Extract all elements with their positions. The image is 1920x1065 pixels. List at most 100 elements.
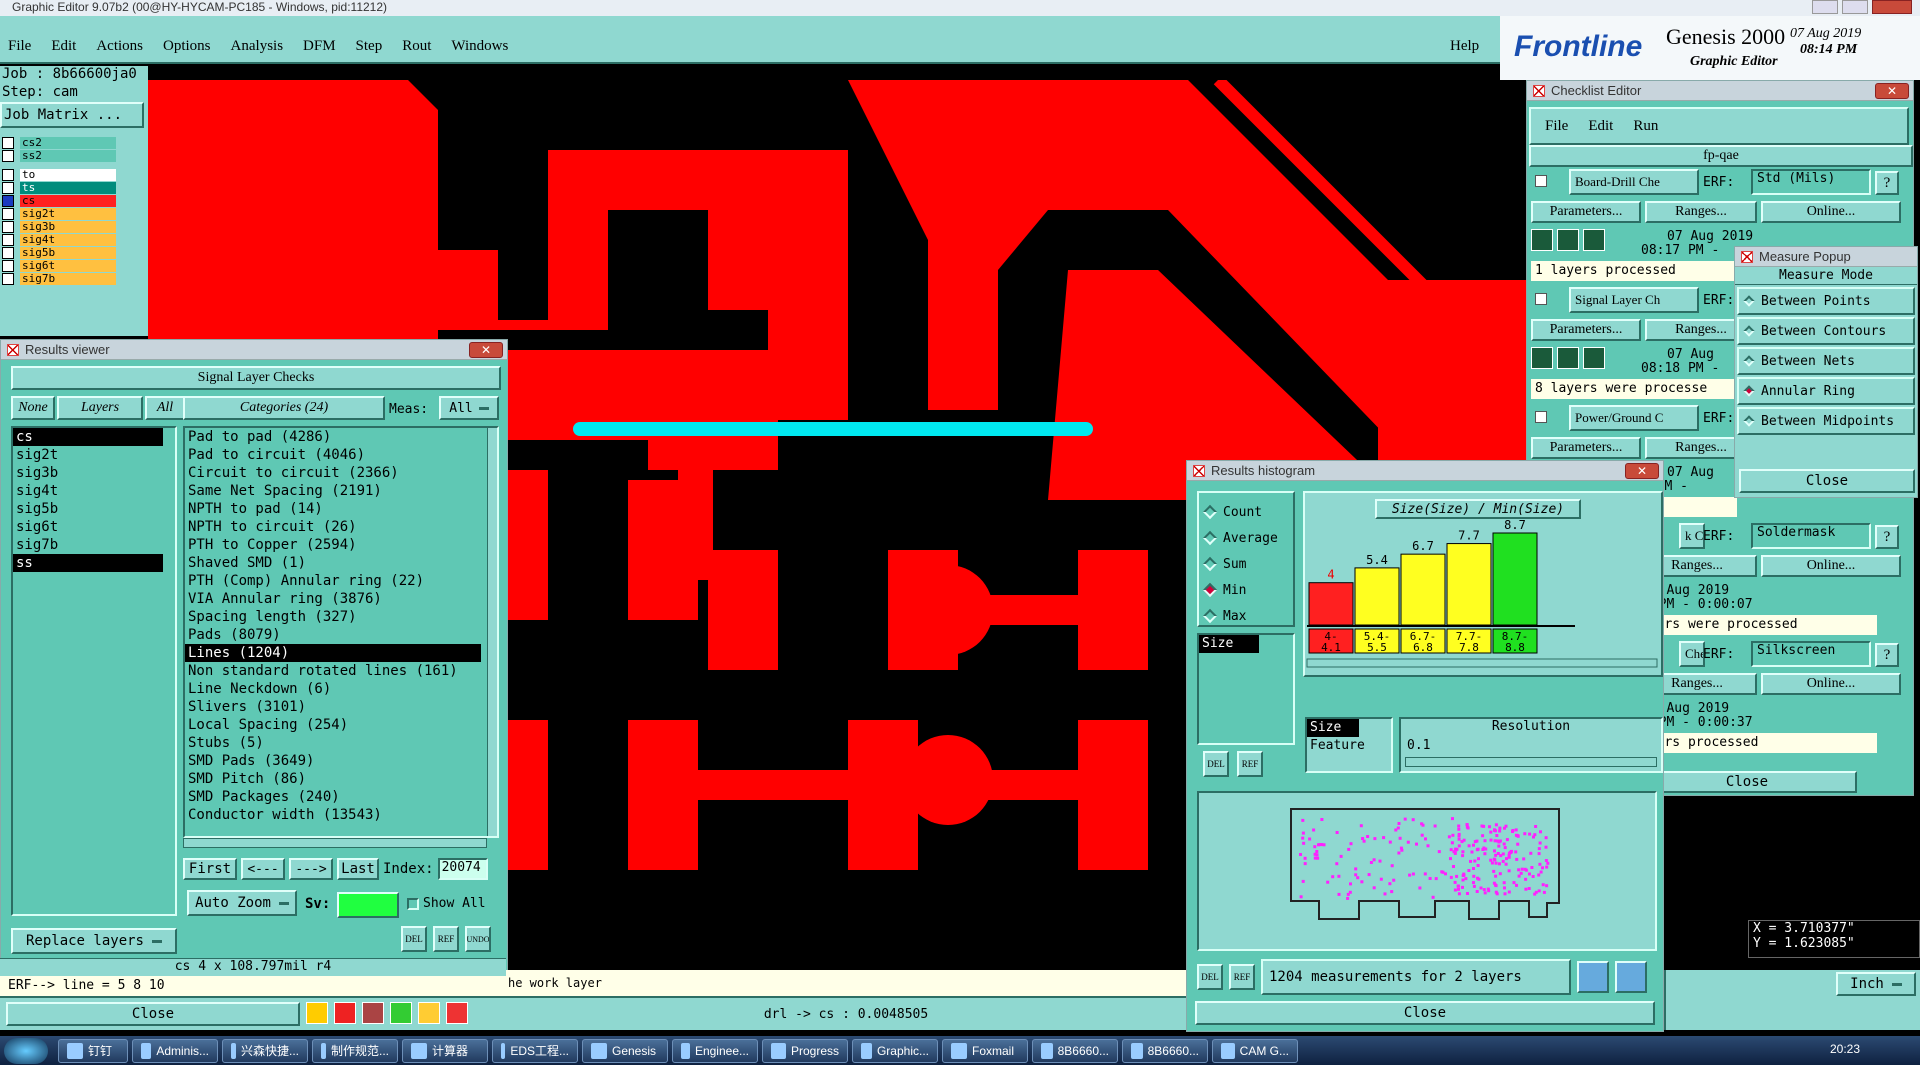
layer-row[interactable]: sig2t bbox=[0, 207, 118, 220]
category-item[interactable]: Pads (8079) bbox=[185, 626, 481, 644]
tool-icon-4[interactable] bbox=[390, 1002, 412, 1024]
category-item[interactable]: Conductor width (13543) bbox=[185, 806, 481, 824]
item-checkbox[interactable] bbox=[1535, 293, 1547, 305]
category-item[interactable]: Stubs (5) bbox=[185, 734, 481, 752]
taskbar-item[interactable]: Adminis... bbox=[132, 1038, 218, 1063]
result-layer-item[interactable]: sig7b bbox=[13, 536, 163, 554]
stat-option[interactable]: Max bbox=[1199, 603, 1293, 629]
taskbar-item[interactable]: 计算器 bbox=[402, 1038, 488, 1063]
close-button[interactable]: Close bbox=[6, 1002, 300, 1026]
category-item[interactable]: Circuit to circuit (2366) bbox=[185, 464, 481, 482]
layer-row[interactable]: sig6t bbox=[0, 259, 118, 272]
online-button[interactable]: Online... bbox=[1761, 201, 1901, 223]
category-item[interactable]: PTH (Comp) Annular ring (22) bbox=[185, 572, 481, 590]
category-item[interactable]: PTH to Copper (2594) bbox=[185, 536, 481, 554]
layer-checkbox[interactable] bbox=[2, 207, 14, 220]
layer-row[interactable]: sig7b bbox=[0, 272, 118, 285]
next-button[interactable]: ---> bbox=[289, 858, 333, 880]
result-layer-item[interactable]: sig3b bbox=[13, 464, 163, 482]
category-item[interactable]: Spacing length (327) bbox=[185, 608, 481, 626]
stat-option[interactable]: Count bbox=[1199, 499, 1293, 525]
layer-checkbox[interactable] bbox=[2, 246, 14, 259]
layer-checkbox[interactable] bbox=[2, 220, 14, 233]
menu-help[interactable]: Help bbox=[1450, 38, 1479, 55]
help-button[interactable]: ? bbox=[1875, 525, 1899, 549]
resolution-slider[interactable] bbox=[1405, 757, 1657, 767]
resolution-value[interactable]: 0.1 bbox=[1401, 738, 1661, 753]
attr-box-item[interactable]: Feature bbox=[1307, 737, 1365, 755]
category-item[interactable]: VIA Annular ring (3876) bbox=[185, 590, 481, 608]
layer-checkbox[interactable] bbox=[2, 272, 14, 285]
layer-row[interactable]: cs bbox=[0, 194, 118, 207]
taskbar-item[interactable]: Enginee... bbox=[672, 1038, 758, 1063]
menu-analysis[interactable]: Analysis bbox=[231, 38, 284, 55]
tool-icon-3[interactable] bbox=[362, 1002, 384, 1024]
result-layer-item[interactable]: sig5b bbox=[13, 500, 163, 518]
layer-row[interactable]: sig5b bbox=[0, 246, 118, 259]
ranges-button[interactable]: Ranges... bbox=[1645, 201, 1757, 223]
stat-option[interactable]: Average bbox=[1199, 525, 1293, 551]
histogram-bar[interactable] bbox=[1492, 532, 1538, 626]
menu-edit[interactable]: Edit bbox=[51, 38, 76, 55]
menu-file[interactable]: File bbox=[8, 38, 31, 55]
category-item[interactable]: Slivers (3101) bbox=[185, 698, 481, 716]
layer-row[interactable]: ts bbox=[0, 181, 118, 194]
category-item[interactable]: Line Neckdown (6) bbox=[185, 680, 481, 698]
layer-checkbox[interactable] bbox=[2, 259, 14, 272]
taskbar-item[interactable]: 制作规范... bbox=[312, 1038, 398, 1063]
units-select[interactable]: Inch bbox=[1836, 972, 1916, 996]
run-icon[interactable] bbox=[1583, 347, 1605, 369]
erf-field[interactable]: Silkscreen bbox=[1751, 641, 1871, 667]
histogram-bar[interactable] bbox=[1308, 582, 1354, 626]
taskbar-item[interactable]: EDS工程... bbox=[492, 1038, 578, 1063]
index-field[interactable]: 20074 bbox=[437, 858, 488, 880]
check-name-button[interactable]: Board-Drill Che bbox=[1569, 169, 1699, 195]
category-item[interactable]: Pad to circuit (4046) bbox=[185, 446, 481, 464]
layer-row[interactable]: sig4t bbox=[0, 233, 118, 246]
item-checkbox[interactable] bbox=[1535, 411, 1547, 423]
taskbar-item[interactable]: 8B6660... bbox=[1032, 1038, 1118, 1063]
undo-button[interactable]: UNDO bbox=[465, 926, 491, 952]
taskbar-item[interactable]: 钉钉 bbox=[58, 1038, 128, 1063]
layer-checkbox[interactable] bbox=[2, 136, 14, 149]
del-button[interactable]: DEL bbox=[401, 926, 427, 952]
layer-row[interactable]: cs2 bbox=[0, 136, 118, 149]
attr-item[interactable]: Size bbox=[1199, 635, 1259, 653]
layer-checkbox[interactable] bbox=[2, 181, 14, 194]
tab-layers[interactable]: Layers bbox=[57, 396, 143, 420]
category-list[interactable]: Pad to pad (4286) Pad to circuit (4046) Ci… bbox=[183, 426, 499, 838]
layer-checkbox[interactable] bbox=[2, 233, 14, 246]
check-name-button[interactable]: Signal Layer Ch bbox=[1569, 287, 1699, 313]
category-item[interactable]: Shaved SMD (1) bbox=[185, 554, 481, 572]
board-preview[interactable] bbox=[1197, 791, 1657, 951]
online-button[interactable]: Online... bbox=[1761, 555, 1901, 577]
measure-close-button[interactable]: Close bbox=[1739, 469, 1915, 493]
category-item[interactable]: Pad to pad (4286) bbox=[185, 428, 481, 446]
category-item[interactable]: Non standard rotated lines (161) bbox=[185, 662, 481, 680]
run-icon[interactable] bbox=[1531, 347, 1553, 369]
tool-icon-6[interactable] bbox=[446, 1002, 468, 1024]
print-icon[interactable] bbox=[1577, 961, 1609, 993]
result-layer-item[interactable]: ss bbox=[13, 554, 163, 572]
parameters-button[interactable]: Parameters... bbox=[1531, 319, 1641, 341]
minimize-button[interactable] bbox=[1812, 0, 1838, 14]
histogram-close-button[interactable]: Close bbox=[1195, 1001, 1655, 1025]
category-item[interactable]: NPTH to pad (14) bbox=[185, 500, 481, 518]
menu-options[interactable]: Options bbox=[163, 38, 211, 55]
taskbar-item[interactable]: Progress bbox=[762, 1038, 848, 1063]
category-item[interactable]: Lines (1204) bbox=[185, 644, 481, 662]
tool-icon-5[interactable] bbox=[418, 1002, 440, 1024]
taskbar-item[interactable]: Foxmail bbox=[942, 1038, 1028, 1063]
category-item[interactable]: Same Net Spacing (2191) bbox=[185, 482, 481, 500]
check-name-button[interactable]: Che bbox=[1679, 641, 1705, 667]
run-icon[interactable] bbox=[1583, 229, 1605, 251]
ref-button[interactable]: REF bbox=[433, 926, 459, 952]
first-button[interactable]: First bbox=[183, 858, 237, 880]
category-item[interactable]: SMD Packages (240) bbox=[185, 788, 481, 806]
sv-color-select[interactable] bbox=[337, 892, 399, 918]
histogram-del-button[interactable]: DEL bbox=[1203, 751, 1229, 777]
taskbar-item[interactable]: CAM G... bbox=[1212, 1038, 1298, 1063]
measure-mode-option[interactable]: Between Nets bbox=[1737, 347, 1915, 375]
board-del-button[interactable]: DEL bbox=[1197, 964, 1223, 990]
parameters-button[interactable]: Parameters... bbox=[1531, 437, 1641, 459]
